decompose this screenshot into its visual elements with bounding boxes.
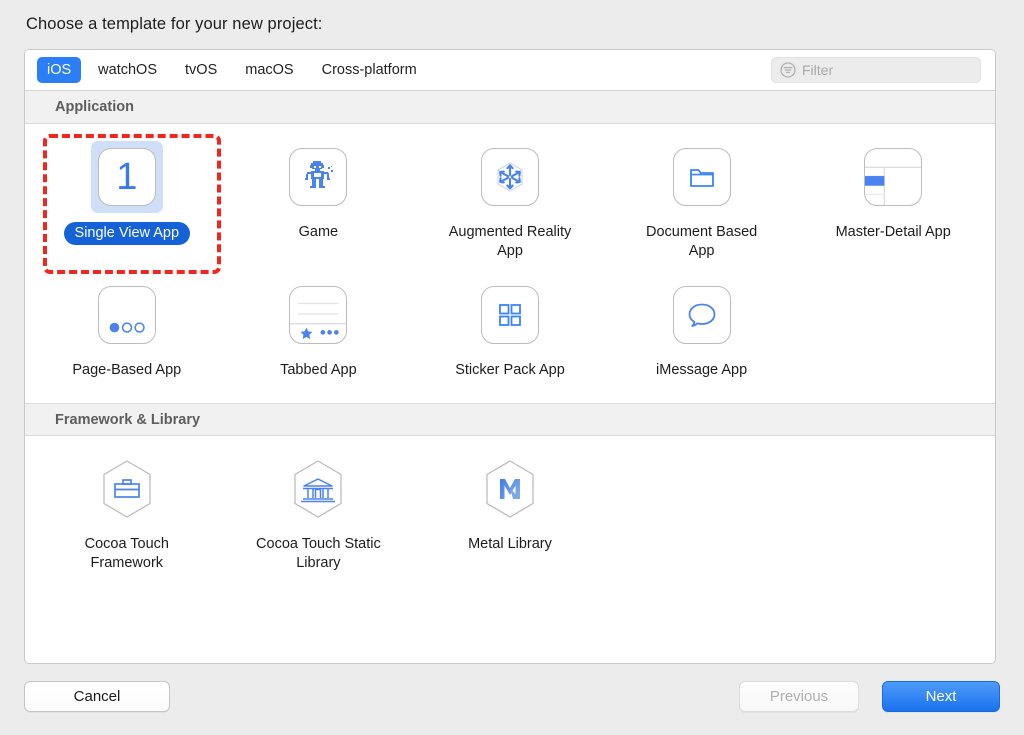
previous-button[interactable]: Previous (739, 681, 859, 712)
template-cocoa-touch-static-library[interactable]: Cocoa Touch Static Library (223, 450, 415, 588)
single-view-icon: 1 (90, 141, 163, 213)
template-single-view-app[interactable]: 1 Single View App (31, 134, 223, 276)
platform-tab-bar: iOS watchOS tvOS macOS Cross-platform Fi… (25, 50, 995, 91)
speech-bubble-icon (671, 284, 733, 346)
new-project-template-sheet: Choose a template for your new project: … (0, 0, 1024, 735)
template-label: Document Based App (645, 224, 758, 259)
game-robot-icon (287, 146, 349, 208)
page-title: Choose a template for your new project: (26, 15, 323, 33)
template-label: Page-Based App (72, 362, 182, 378)
template-sticker-pack-app[interactable]: Sticker Pack App (414, 276, 606, 395)
next-button[interactable]: Next (882, 681, 1000, 712)
framework-template-grid: Cocoa Touch Framework Cocoa Touch Static… (25, 436, 995, 596)
template-label: Game (298, 224, 339, 240)
tab-watchos[interactable]: watchOS (87, 57, 168, 83)
augmented-reality-cube-icon (479, 146, 541, 208)
section-header-application: Application (25, 91, 995, 124)
template-cocoa-touch-framework[interactable]: Cocoa Touch Framework (31, 450, 223, 588)
template-metal-library[interactable]: Metal Library (414, 450, 606, 588)
page-dots-icon (96, 284, 158, 346)
template-label: Cocoa Touch Static Library (256, 536, 381, 571)
dialog-button-row: Cancel Previous Next (0, 664, 1024, 735)
tab-bar-icon (287, 284, 349, 346)
folder-icon (671, 146, 733, 208)
template-label: Tabbed App (280, 362, 357, 378)
template-document-based-app[interactable]: Document Based App (606, 138, 798, 276)
template-label: Metal Library (468, 536, 552, 552)
filter-field[interactable]: Filter (771, 57, 981, 83)
split-view-icon (862, 146, 924, 208)
filter-icon (780, 62, 796, 78)
template-label: Augmented Reality App (448, 224, 572, 259)
tab-ios[interactable]: iOS (37, 57, 82, 83)
template-label: Cocoa Touch Framework (84, 536, 169, 571)
template-game[interactable]: Game (223, 138, 415, 276)
filter-placeholder: Filter (802, 62, 834, 78)
template-label: Master-Detail App (835, 224, 951, 240)
template-page-based-app[interactable]: Page-Based App (31, 276, 223, 395)
template-label: iMessage App (656, 362, 748, 378)
cancel-button[interactable]: Cancel (24, 681, 170, 712)
template-label: Sticker Pack App (455, 362, 565, 378)
template-tabbed-app[interactable]: Tabbed App (223, 276, 415, 395)
template-augmented-reality-app[interactable]: Augmented Reality App (414, 138, 606, 276)
template-master-detail-app[interactable]: Master-Detail App (797, 138, 989, 276)
application-template-grid: 1 Single View App Game Augmented Reality… (25, 124, 995, 403)
section-header-framework-library: Framework & Library (25, 403, 995, 436)
metal-m-hexagon-icon (479, 458, 541, 520)
template-chooser-panel: iOS watchOS tvOS macOS Cross-platform Fi… (24, 49, 996, 664)
tab-tvos[interactable]: tvOS (174, 57, 228, 83)
tab-macos[interactable]: macOS (234, 57, 304, 83)
bank-building-hexagon-icon (287, 458, 349, 520)
template-list: Application 1 Single View App Game Augme… (25, 91, 995, 663)
template-imessage-app[interactable]: iMessage App (606, 276, 798, 395)
toolbox-hexagon-icon (96, 458, 158, 520)
template-label: Single View App (63, 222, 191, 245)
tab-cross-platform[interactable]: Cross-platform (311, 57, 428, 83)
grid-squares-icon (479, 284, 541, 346)
